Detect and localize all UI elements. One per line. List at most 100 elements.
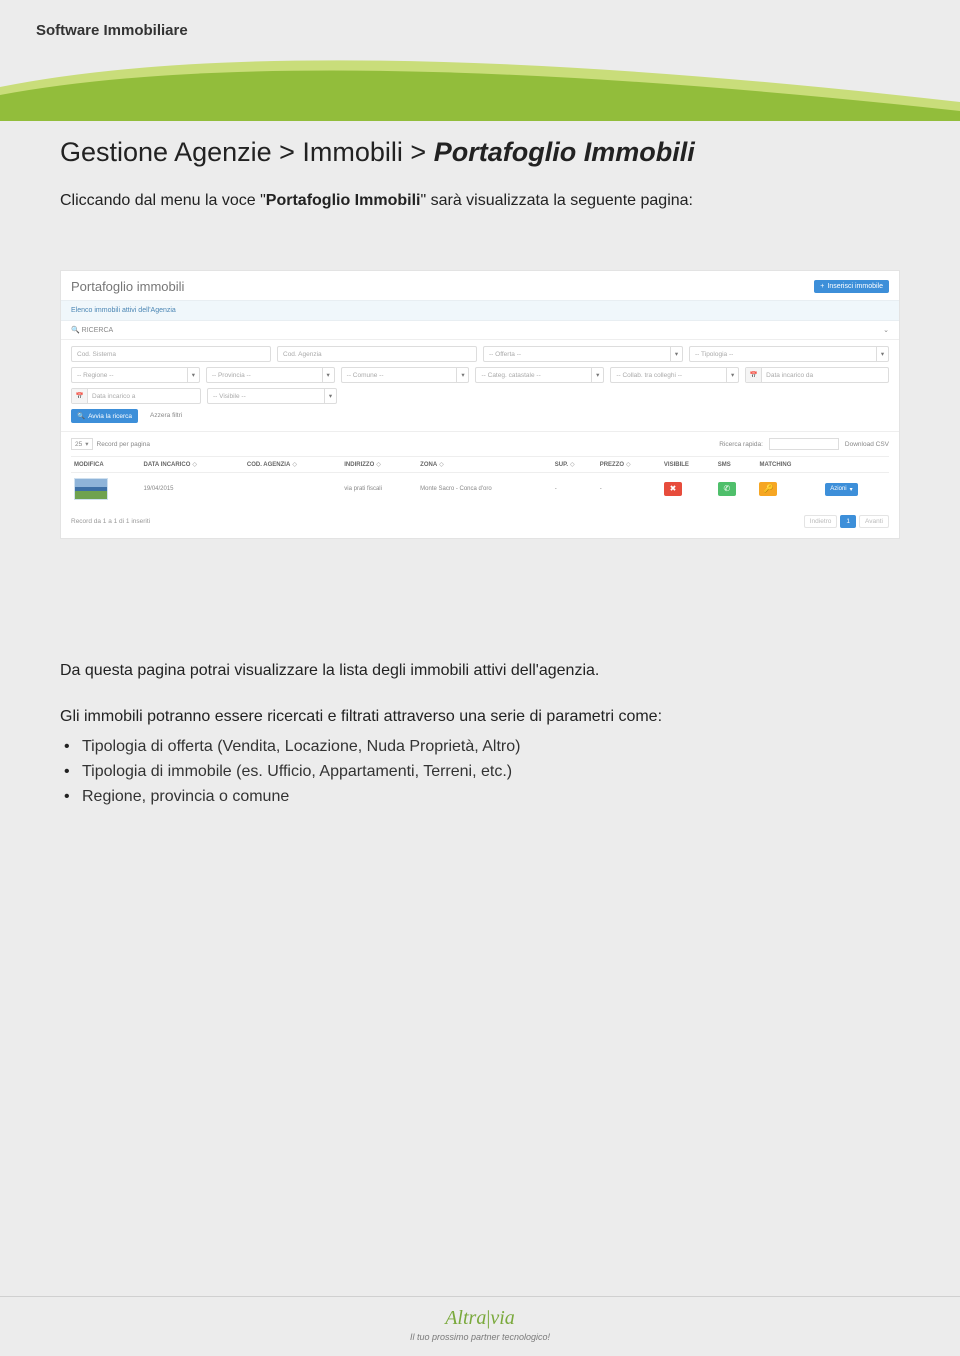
chevron-down-icon: ⌄ bbox=[883, 326, 889, 334]
row-cod bbox=[244, 473, 341, 506]
search-icon: 🔍 bbox=[77, 412, 85, 420]
cod-sistema-input[interactable]: Cod. Sistema bbox=[71, 346, 271, 362]
intro-post: " sarà visualizzata la seguente pagina: bbox=[420, 192, 693, 209]
header-swoosh bbox=[0, 47, 960, 121]
cod-sistema-ph: Cod. Sistema bbox=[77, 351, 116, 358]
close-icon: ✖ bbox=[664, 482, 682, 496]
doc-footer: Altra|via Il tuo prossimo partner tecnol… bbox=[0, 1296, 960, 1356]
th-sms[interactable]: SMS bbox=[715, 457, 757, 473]
offerta-ph: -- Offerta -- bbox=[489, 351, 521, 358]
calendar-icon: 📅 bbox=[72, 389, 88, 403]
ricerca-label: RICERCA bbox=[82, 327, 114, 334]
pager-next[interactable]: Avanti bbox=[859, 515, 889, 528]
brand-part1: Altra bbox=[445, 1307, 486, 1329]
insert-immobile-button[interactable]: + Inserisci immobile bbox=[814, 280, 889, 293]
caret-icon: ▾ bbox=[726, 368, 738, 382]
caret-icon: ▾ bbox=[670, 347, 682, 361]
body-p1: Da questa pagina potrai visualizzare la … bbox=[60, 659, 900, 683]
list-item: Regione, provincia o comune bbox=[64, 785, 900, 810]
table-row: 19/04/2015 via prati fiscali Monte Sacro… bbox=[71, 473, 889, 506]
caret-icon: ▾ bbox=[850, 486, 853, 493]
azioni-label: Azioni bbox=[830, 486, 846, 492]
visibile-toggle[interactable]: ✖ bbox=[664, 482, 682, 496]
collab-ph: -- Collab. tra colleghi -- bbox=[616, 372, 682, 379]
sort-icon: ◇ bbox=[626, 462, 631, 468]
th-prezzo[interactable]: PREZZO◇ bbox=[597, 457, 661, 473]
per-page-select[interactable]: 25 ▾ bbox=[71, 438, 93, 450]
reset-filters-button[interactable]: Azzera filtri bbox=[144, 409, 188, 423]
sort-icon: ◇ bbox=[292, 462, 297, 468]
caret-icon: ▾ bbox=[85, 440, 88, 448]
row-thumbnail[interactable] bbox=[74, 478, 108, 500]
th-visibile[interactable]: VISIBILE bbox=[661, 457, 715, 473]
body-p2: Gli immobili potranno essere ricercati e… bbox=[60, 705, 900, 729]
screenshot-panel: Portafoglio immobili + Inserisci immobil… bbox=[60, 270, 900, 539]
key-icon: 🔑 bbox=[759, 482, 777, 496]
caret-icon: ▾ bbox=[456, 368, 468, 382]
regione-select[interactable]: -- Regione --▾ bbox=[71, 367, 200, 383]
doc-header: Software Immobiliare bbox=[0, 0, 960, 47]
search-button[interactable]: 🔍 Avvia la ricerca bbox=[71, 409, 138, 423]
tipologia-ph: -- Tipologia -- bbox=[695, 351, 733, 358]
search-toggle-row[interactable]: 🔍 RICERCA ⌄ bbox=[61, 321, 899, 340]
azioni-button[interactable]: Azioni ▾ bbox=[825, 483, 857, 496]
row-prezzo: - bbox=[597, 473, 661, 506]
sms-button[interactable]: ✆ bbox=[718, 482, 736, 496]
caret-icon: ▾ bbox=[187, 368, 199, 382]
search-label: Avvia la ricerca bbox=[88, 413, 132, 420]
filters-block: Cod. Sistema Cod. Agenzia -- Offerta -- ▾… bbox=[61, 340, 899, 432]
th-indirizzo[interactable]: INDIRIZZO◇ bbox=[341, 457, 417, 473]
visibile-select[interactable]: -- Visibile -- ▾ bbox=[207, 388, 337, 404]
breadcrumb-plain: Gestione Agenzie > Immobili > bbox=[60, 137, 434, 167]
sort-icon: ◇ bbox=[570, 462, 575, 468]
visibile-ph: -- Visibile -- bbox=[213, 393, 246, 400]
brand-logo: Altra|via bbox=[0, 1307, 960, 1330]
pager-current[interactable]: 1 bbox=[840, 515, 856, 528]
data-da-input[interactable]: 📅Data incarico da bbox=[745, 367, 889, 383]
data-da-ph: Data incarico da bbox=[766, 372, 813, 379]
quick-search-input[interactable] bbox=[769, 438, 839, 450]
per-page-value: 25 bbox=[75, 441, 82, 448]
matching-button[interactable]: 🔑 bbox=[759, 482, 777, 496]
brand-tagline: Il tuo prossimo partner tecnologico! bbox=[0, 1332, 960, 1342]
data-a-input[interactable]: 📅 Data incarico a bbox=[71, 388, 201, 404]
provincia-select[interactable]: -- Provincia --▾ bbox=[206, 367, 335, 383]
comune-select[interactable]: -- Comune -- ▾ bbox=[341, 367, 470, 383]
cod-agenzia-input[interactable]: Cod. Agenzia bbox=[277, 346, 477, 362]
intro-text: Cliccando dal menu la voce "Portafoglio … bbox=[60, 192, 900, 210]
th-matching[interactable]: MATCHING bbox=[756, 457, 822, 473]
pager-prev[interactable]: Indietro bbox=[804, 515, 838, 528]
sort-icon: ◇ bbox=[439, 462, 444, 468]
th-cod-lbl: COD. AGENZIA bbox=[247, 462, 290, 468]
th-prz-lbl: PREZZO bbox=[600, 462, 624, 468]
plus-icon: + bbox=[820, 283, 824, 290]
th-data[interactable]: DATA INCARICO◇ bbox=[140, 457, 243, 473]
th-sup[interactable]: SUP.◇ bbox=[552, 457, 597, 473]
page-title: Gestione Agenzie > Immobili > Portafogli… bbox=[60, 137, 900, 168]
caret-icon: ▾ bbox=[324, 389, 336, 403]
data-a-ph: Data incarico a bbox=[92, 393, 135, 400]
results-table: MODIFICA DATA INCARICO◇ COD. AGENZIA◇ IN… bbox=[71, 456, 889, 505]
list-item: Tipologia di immobile (es. Ufficio, Appa… bbox=[64, 760, 900, 785]
offerta-select[interactable]: -- Offerta -- ▾ bbox=[483, 346, 683, 362]
th-zona[interactable]: ZONA◇ bbox=[417, 457, 552, 473]
th-zona-lbl: ZONA bbox=[420, 462, 437, 468]
categ-select[interactable]: -- Categ. catastale -- ▾ bbox=[475, 367, 604, 383]
caret-icon: ▾ bbox=[591, 368, 603, 382]
caret-icon: ▾ bbox=[876, 347, 888, 361]
collab-select[interactable]: -- Collab. tra colleghi -- ▾ bbox=[610, 367, 739, 383]
th-cod[interactable]: COD. AGENZIA◇ bbox=[244, 457, 341, 473]
categ-ph: -- Categ. catastale -- bbox=[481, 372, 540, 379]
comune-ph: -- Comune -- bbox=[347, 372, 384, 379]
cod-agenzia-ph: Cod. Agenzia bbox=[283, 351, 322, 358]
th-modifica[interactable]: MODIFICA bbox=[71, 457, 140, 473]
bullet-list: Tipologia di offerta (Vendita, Locazione… bbox=[60, 735, 900, 809]
brand-part2: via bbox=[490, 1307, 514, 1329]
download-csv-link[interactable]: Download CSV bbox=[845, 441, 889, 448]
sort-icon: ◇ bbox=[192, 462, 197, 468]
search-icon: 🔍 bbox=[71, 327, 80, 334]
sort-icon: ◇ bbox=[376, 462, 381, 468]
tipologia-select[interactable]: -- Tipologia -- ▾ bbox=[689, 346, 889, 362]
row-zona: Monte Sacro - Conca d'oro bbox=[417, 473, 552, 506]
insert-label: Inserisci immobile bbox=[827, 283, 883, 290]
